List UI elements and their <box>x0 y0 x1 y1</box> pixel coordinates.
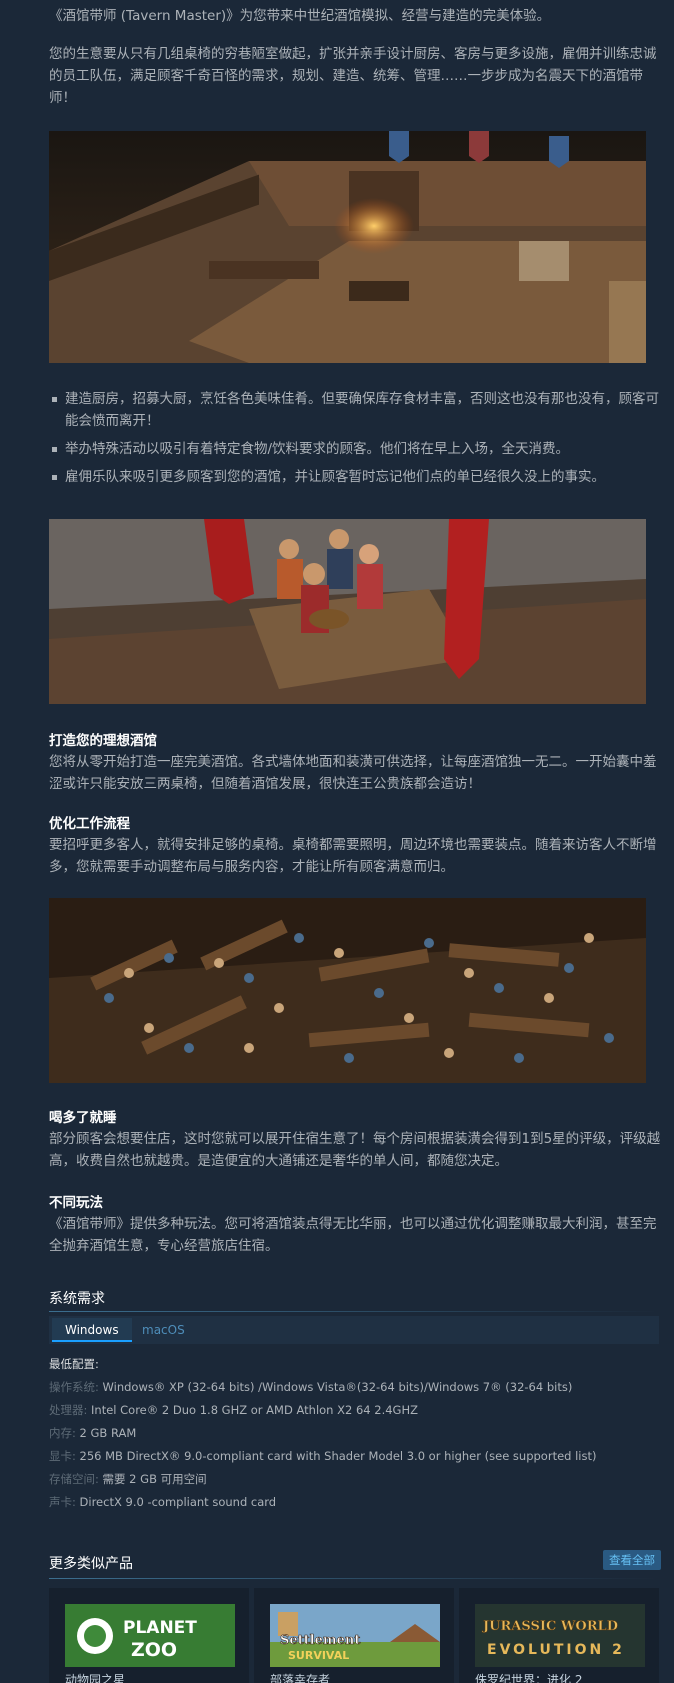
product-name[interactable]: 侏罗纪世界：进化 2 <box>475 1670 582 1683</box>
req-key: 处理器: <box>49 1403 88 1417</box>
feature-list: 建造厨房，招募大厨，烹饪各色美味佳肴。但要确保库存食材丰富，否则这也没有那也没有… <box>49 388 659 494</box>
logo-line2: SURVIVAL <box>288 1649 349 1662</box>
description-text: 您的生意要从只有几组桌椅的穷巷陋室做起，扩张并亲手设计厨房、客房与更多设施，雇佣… <box>49 46 657 106</box>
req-value: 256 MB DirectX® 9.0-compliant card with … <box>79 1449 597 1463</box>
divider <box>49 1578 659 1579</box>
feature-item: 举办特殊活动以吸引有着特定食物/饮料要求的顾客。他们将在早上入场，全天消费。 <box>49 438 659 460</box>
settlement-survival-capsule[interactable]: Settlement SURVIVAL <box>270 1604 440 1667</box>
req-item: 显卡: 256 MB DirectX® 9.0-compliant card w… <box>49 1445 659 1468</box>
section-body: 要招呼更多客人，就得安排足够的桌椅。桌椅都需要照明，周边环境也需要装点。随着来访… <box>49 837 657 875</box>
similar-product-card[interactable]: PLANET ZOO 动物园之星 <box>49 1588 249 1683</box>
req-value: 需要 2 GB 可用空间 <box>102 1472 207 1486</box>
divider <box>49 1311 659 1312</box>
req-value: Intel Core® 2 Duo 1.8 GHZ or AMD Athlon … <box>91 1403 418 1417</box>
section-body: 部分顾客会想要住店，这时您就可以展开住宿生意了！每个房间根据装潢会得到1到5星的… <box>49 1131 661 1169</box>
section-title: 优化工作流程 <box>49 816 130 832</box>
feature-item: 建造厨房，招募大厨，烹饪各色美味佳肴。但要确保库存食材丰富，否则这也没有那也没有… <box>49 388 659 432</box>
section-body: 《酒馆带师》提供多种玩法。您可将酒馆装点得无比华丽，也可以通过优化调整赚取最大利… <box>49 1216 657 1254</box>
crowded-tavern-image <box>49 898 646 1083</box>
os-tabbar: Windows macOS <box>49 1316 659 1344</box>
section-body: 您将从零开始打造一座完美酒馆。各式墙体地面和装潢可供选择，让每座酒馆独一无二。一… <box>49 754 657 792</box>
more-like-this-title: 更多类似产品 <box>49 1556 133 1572</box>
similar-product-card[interactable]: Settlement SURVIVAL 部落幸存者 <box>254 1588 454 1683</box>
product-name[interactable]: 部落幸存者 <box>270 1670 330 1683</box>
sysreq-title: 系统需求 <box>49 1291 105 1307</box>
req-list: 操作系统: Windows® XP (32-64 bits) /Windows … <box>49 1376 659 1514</box>
req-item: 操作系统: Windows® XP (32-64 bits) /Windows … <box>49 1376 659 1399</box>
req-key: 操作系统: <box>49 1380 99 1394</box>
logo-line2: ZOO <box>131 1639 177 1661</box>
tab-windows[interactable]: Windows <box>52 1318 132 1342</box>
req-key: 显卡: <box>49 1449 76 1463</box>
tavern-interior-image <box>49 131 646 363</box>
logo-line1: JURASSIC WORLD <box>482 1619 618 1634</box>
req-value: DirectX 9.0 -compliant sound card <box>79 1495 277 1509</box>
req-value: 2 GB RAM <box>79 1426 137 1440</box>
logo-line2: EVOLUTION 2 <box>487 1642 625 1658</box>
jurassic-world-capsule[interactable]: JURASSIC WORLD EVOLUTION 2 <box>475 1604 645 1667</box>
product-name[interactable]: 动物园之星 <box>65 1670 125 1683</box>
req-item: 内存: 2 GB RAM <box>49 1422 659 1445</box>
logo-line1: PLANET <box>123 1618 197 1638</box>
intro-text: 《酒馆带师 (Tavern Master)》为您带来中世纪酒馆模拟、经营与建造的… <box>49 8 551 24</box>
section-title: 打造您的理想酒馆 <box>49 733 157 749</box>
planet-zoo-capsule[interactable]: PLANET ZOO <box>65 1604 235 1667</box>
section-title: 不同玩法 <box>49 1195 103 1211</box>
req-item: 处理器: Intel Core® 2 Duo 1.8 GHZ or AMD At… <box>49 1399 659 1422</box>
tavern-band-image <box>49 519 646 704</box>
logo-line1: Settlement <box>280 1633 360 1648</box>
see-all-button[interactable]: 查看全部 <box>603 1550 661 1570</box>
min-req-heading: 最低配置: <box>49 1357 99 1371</box>
req-key: 声卡: <box>49 1495 76 1509</box>
tab-macos[interactable]: macOS <box>129 1318 198 1342</box>
section-title: 喝多了就睡 <box>49 1110 117 1126</box>
feature-item: 雇佣乐队来吸引更多顾客到您的酒馆，并让顾客暂时忘记他们点的单已经很久没上的事实。 <box>49 466 659 488</box>
similar-product-card[interactable]: JURASSIC WORLD EVOLUTION 2 侏罗纪世界：进化 2 <box>459 1588 659 1683</box>
req-item: 存储空间: 需要 2 GB 可用空间 <box>49 1468 659 1491</box>
req-key: 存储空间: <box>49 1472 99 1486</box>
req-value: Windows® XP (32-64 bits) /Windows Vista®… <box>102 1380 573 1394</box>
req-item: 声卡: DirectX 9.0 -compliant sound card <box>49 1491 659 1514</box>
req-key: 内存: <box>49 1426 76 1440</box>
